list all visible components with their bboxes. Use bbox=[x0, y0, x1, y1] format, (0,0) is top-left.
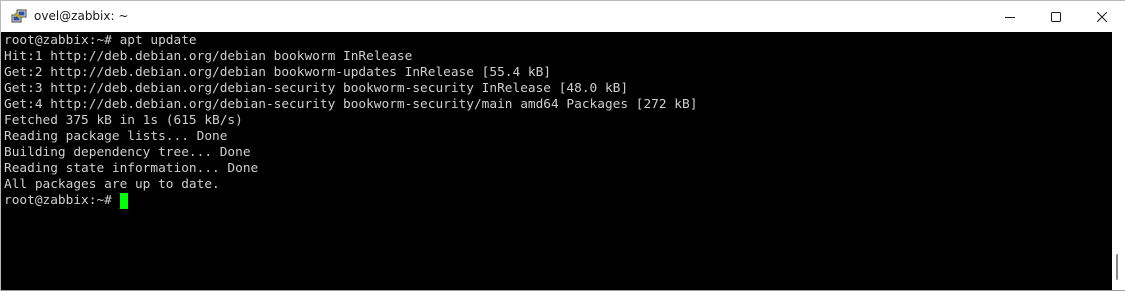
maximize-button[interactable] bbox=[1033, 1, 1079, 32]
text-cursor bbox=[119, 193, 128, 209]
maximize-icon bbox=[1051, 11, 1061, 22]
terminal-line: Reading package lists... Done bbox=[4, 129, 228, 144]
minimize-icon bbox=[1005, 16, 1015, 18]
terminal-prompt: root@zabbix:~# bbox=[4, 193, 112, 208]
close-icon bbox=[1097, 11, 1107, 22]
terminal-output[interactable]: root@zabbix:~# apt update Hit:1 http://d… bbox=[1, 32, 1112, 290]
terminal-line: Get:4 http://deb.debian.org/debian-secur… bbox=[4, 97, 698, 112]
terminal-line: Hit:1 http://deb.debian.org/debian bookw… bbox=[4, 49, 413, 64]
terminal-line: Fetched 375 kB in 1s (615 kB/s) bbox=[4, 113, 243, 128]
terminal-window: ovel@zabbix: ~ root@zabbix:~# apt update… bbox=[0, 0, 1125, 291]
vertical-scrollbar[interactable] bbox=[1112, 32, 1125, 290]
terminal-line: Get:2 http://deb.debian.org/debian bookw… bbox=[4, 65, 552, 80]
terminal-line: Reading state information... Done bbox=[4, 161, 259, 176]
minimize-button[interactable] bbox=[987, 1, 1033, 32]
close-button[interactable] bbox=[1079, 1, 1125, 32]
window-title: ovel@zabbix: ~ bbox=[34, 9, 129, 23]
terminal-line: All packages are up to date. bbox=[4, 177, 220, 192]
title-bar[interactable]: ovel@zabbix: ~ bbox=[1, 1, 1125, 32]
terminal-line: root@zabbix:~# apt update bbox=[4, 33, 197, 48]
scrollbar-thumb[interactable] bbox=[1116, 254, 1118, 280]
putty-icon[interactable] bbox=[11, 8, 27, 24]
terminal-line: Get:3 http://deb.debian.org/debian-secur… bbox=[4, 81, 629, 96]
terminal-line: Building dependency tree... Done bbox=[4, 145, 251, 160]
terminal-prompt-line: root@zabbix:~# bbox=[4, 193, 128, 209]
